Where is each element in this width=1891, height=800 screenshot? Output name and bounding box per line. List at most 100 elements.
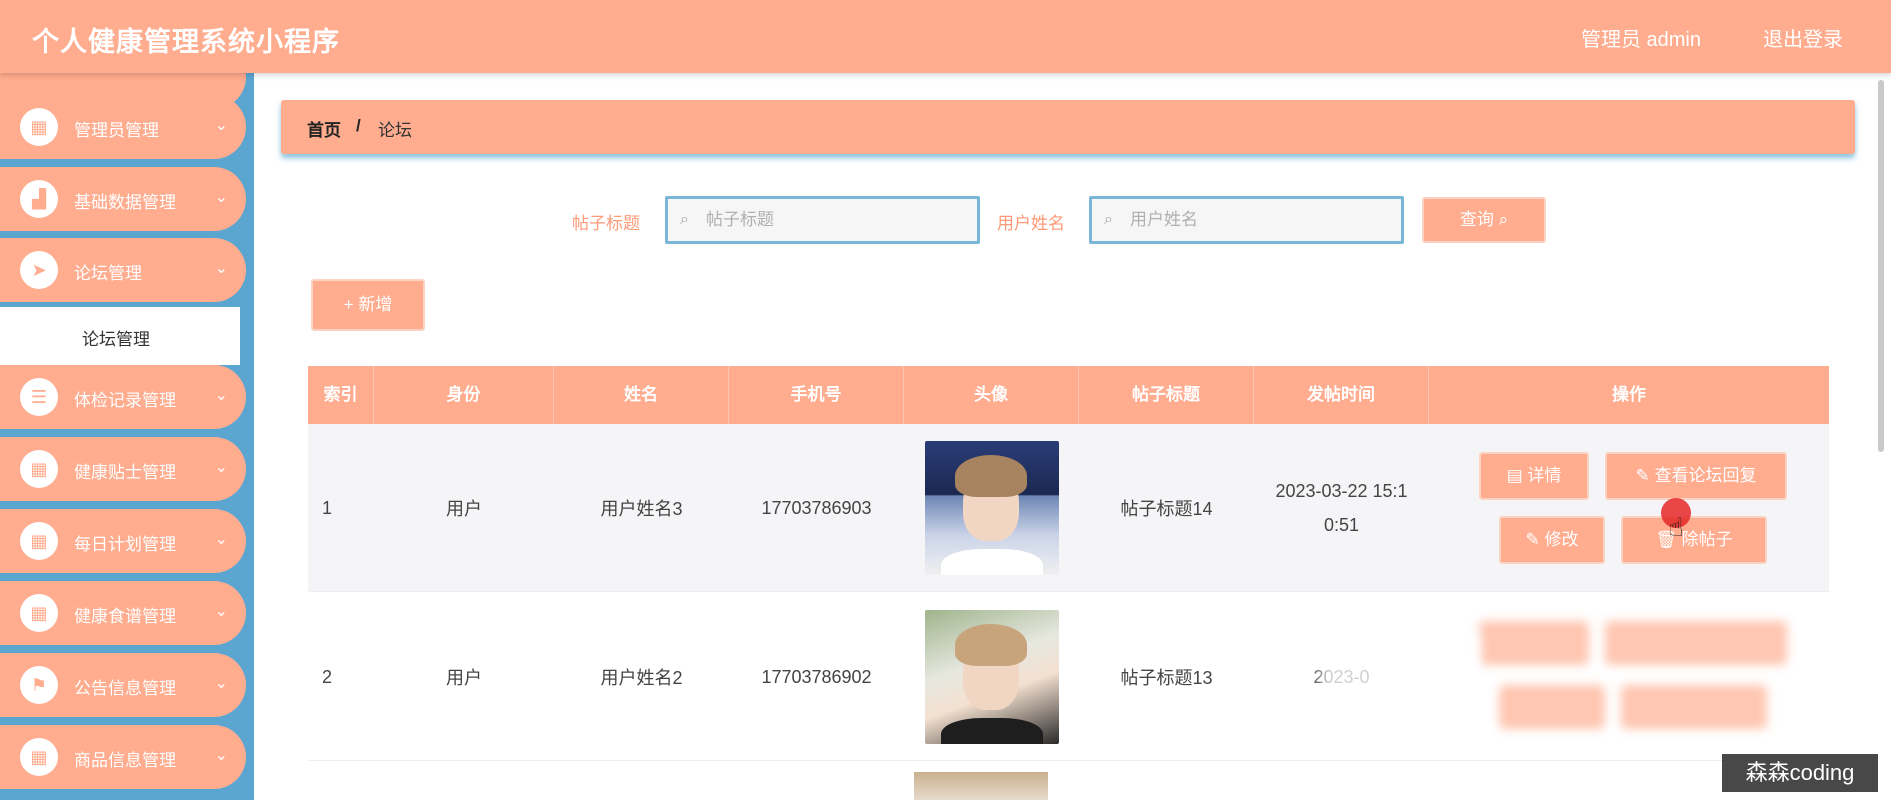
avatar	[924, 441, 1059, 575]
cell-avatar	[904, 593, 1079, 761]
document-icon: ▤	[1506, 466, 1528, 485]
sidebar-item-daily-plan[interactable]: ▦ 每日计划管理 ⌄	[0, 509, 246, 573]
sidebar-item-forum[interactable]: ➤ 论坛管理 ⌄	[0, 238, 246, 302]
sidebar-subitem-forum[interactable]: 论坛管理	[0, 307, 240, 365]
grid-icon: ▦	[20, 594, 58, 632]
delete-post-button[interactable]	[1621, 685, 1767, 729]
chevron-down-icon: ⌄	[214, 260, 228, 277]
post-title-label: 帖子标题	[572, 214, 640, 233]
column-header-actions: 操作	[1612, 385, 1646, 404]
top-bar: 个人健康管理系统小程序 管理员 admin 退出登录	[0, 0, 1891, 73]
logout-link[interactable]: 退出登录	[1763, 23, 1843, 52]
chevron-down-icon: ⌄	[214, 459, 228, 476]
user-name-input[interactable]	[1130, 210, 1390, 230]
sidebar-item-products[interactable]: ▦ 商品信息管理 ⌄	[0, 725, 246, 789]
sidebar-item-label: 论坛管理	[74, 264, 142, 283]
breadcrumb-home[interactable]: 首页	[307, 116, 341, 141]
cell-actions	[1429, 593, 1829, 761]
post-time-line: 0:51	[1323, 515, 1360, 535]
view-replies-button[interactable]: ✎ 查看论坛回复	[1605, 452, 1787, 500]
chevron-down-icon: ⌄	[214, 117, 228, 134]
chevron-down-icon: ⌄	[214, 531, 228, 548]
cell-name: 用户姓名2	[600, 668, 683, 688]
cell-post-time: 2023-03-22 15:1 0:51	[1254, 424, 1429, 592]
sidebar-item-label: 公告信息管理	[74, 679, 176, 698]
post-time-line: 2023-03-22 15:1	[1275, 481, 1408, 501]
chevron-down-icon: ⌄	[214, 387, 228, 404]
avatar	[924, 610, 1059, 744]
cell-role: 用户	[446, 499, 482, 519]
sidebar-subitem-label: 论坛管理	[82, 330, 150, 349]
avatar	[914, 772, 1048, 800]
grid-icon: ▦	[20, 450, 58, 488]
cell-post-title: 帖子标题14	[1120, 499, 1213, 519]
user-name-label: 用户姓名	[997, 214, 1065, 233]
chevron-down-icon: ⌄	[214, 189, 228, 206]
cell-post-title: 帖子标题13	[1120, 668, 1213, 688]
watermark: 森森coding	[1722, 754, 1878, 792]
grid-icon: ▦	[20, 738, 58, 776]
query-button[interactable]: 查询 ⌕	[1422, 197, 1546, 243]
cell-phone: 17703786902	[761, 666, 872, 687]
chevron-down-icon: ⌄	[214, 675, 228, 692]
cell-actions: ▤ 详情 ✎ 查看论坛回复 ✎ 修改 🗑 除帖子	[1429, 424, 1829, 592]
table-row: 2 用户 用户姓名2 17703786902 帖子标题13 2023-0	[308, 593, 1829, 761]
breadcrumb-current: 论坛	[378, 121, 412, 140]
cell-name: 用户姓名3	[600, 499, 683, 519]
breadcrumb-separator: /	[356, 116, 361, 135]
send-icon: ➤	[20, 251, 58, 289]
hand-cursor-icon: ☝	[1668, 512, 1684, 542]
sidebar-item-checkup[interactable]: ☰ 体检记录管理 ⌄	[0, 365, 246, 429]
table-header: 索引 身份 姓名 手机号 头像 帖子标题 发帖时间 操作	[308, 366, 1829, 424]
sidebar-item-announcements[interactable]: ⚑ 公告信息管理 ⌄	[0, 653, 246, 717]
sidebar-item-health-tips[interactable]: ▦ 健康贴士管理 ⌄	[0, 437, 246, 501]
sidebar-item-base-data[interactable]: ▟ 基础数据管理 ⌄	[0, 167, 246, 231]
post-title-input[interactable]	[706, 210, 966, 230]
detail-button[interactable]	[1479, 621, 1589, 665]
scrollbar[interactable]	[1878, 80, 1884, 452]
table-row	[308, 762, 1829, 800]
column-header-avatar: 头像	[904, 366, 1079, 424]
edit-button[interactable]	[1499, 685, 1605, 729]
sidebar-item-recipes[interactable]: ▦ 健康食谱管理 ⌄	[0, 581, 246, 645]
sidebar-item-label: 管理员管理	[74, 121, 159, 140]
table-row: 1 用户 用户姓名3 17703786903 帖子标题14 2023-03-22…	[308, 424, 1829, 592]
post-title-search-field[interactable]: ⌕	[665, 196, 980, 244]
app-title: 个人健康管理系统小程序	[32, 27, 340, 57]
sidebar-item-label: 基础数据管理	[74, 193, 176, 212]
sidebar: ▦ 管理员管理 ⌄ ▟ 基础数据管理 ⌄ ➤ 论坛管理 ⌄ 论坛管理 ☰ 体检记…	[0, 73, 254, 800]
edit-icon: ✎	[1635, 466, 1655, 485]
sidebar-item-admin[interactable]: ▦ 管理员管理 ⌄	[0, 95, 246, 159]
edit-button[interactable]: ✎ 修改	[1499, 516, 1605, 564]
sidebar-item-label: 健康贴士管理	[74, 463, 176, 482]
cell-index: 2	[322, 666, 333, 687]
blur-overlay	[1320, 632, 1480, 714]
grid-icon: ▦	[20, 522, 58, 560]
search-icon: ⌕	[680, 211, 689, 228]
edit-button-label: 修改	[1544, 530, 1579, 549]
view-replies-button-label: 查看论坛回复	[1654, 466, 1757, 485]
view-replies-button[interactable]	[1605, 621, 1787, 665]
chevron-down-icon: ⌄	[214, 747, 228, 764]
cell-role: 用户	[446, 668, 482, 688]
cell-avatar	[904, 424, 1079, 592]
query-button-label: 查询	[1459, 210, 1494, 229]
grid-icon: ▦	[20, 108, 58, 146]
cell-index: 1	[322, 497, 333, 518]
sliders-icon: ☰	[20, 378, 58, 416]
delete-post-button-label: 除帖子	[1681, 530, 1733, 549]
user-name-search-field[interactable]: ⌕	[1089, 196, 1404, 244]
cell-phone: 17703786903	[761, 497, 872, 518]
search-icon: ⌕	[1104, 211, 1113, 228]
delete-post-button[interactable]: 🗑 除帖子	[1621, 516, 1767, 564]
column-header-phone: 手机号	[729, 366, 904, 424]
detail-button-label: 详情	[1527, 466, 1562, 485]
column-header-role: 身份	[374, 366, 554, 424]
sidebar-item-label: 每日计划管理	[74, 535, 176, 554]
sidebar-item-label: 健康食谱管理	[74, 607, 176, 626]
admin-username: 管理员 admin	[1580, 29, 1701, 51]
add-button[interactable]: + 新增	[311, 279, 425, 331]
edit-icon: ✎	[1525, 530, 1545, 549]
breadcrumb: 首页 / 论坛	[281, 100, 1855, 154]
detail-button[interactable]: ▤ 详情	[1479, 452, 1589, 500]
